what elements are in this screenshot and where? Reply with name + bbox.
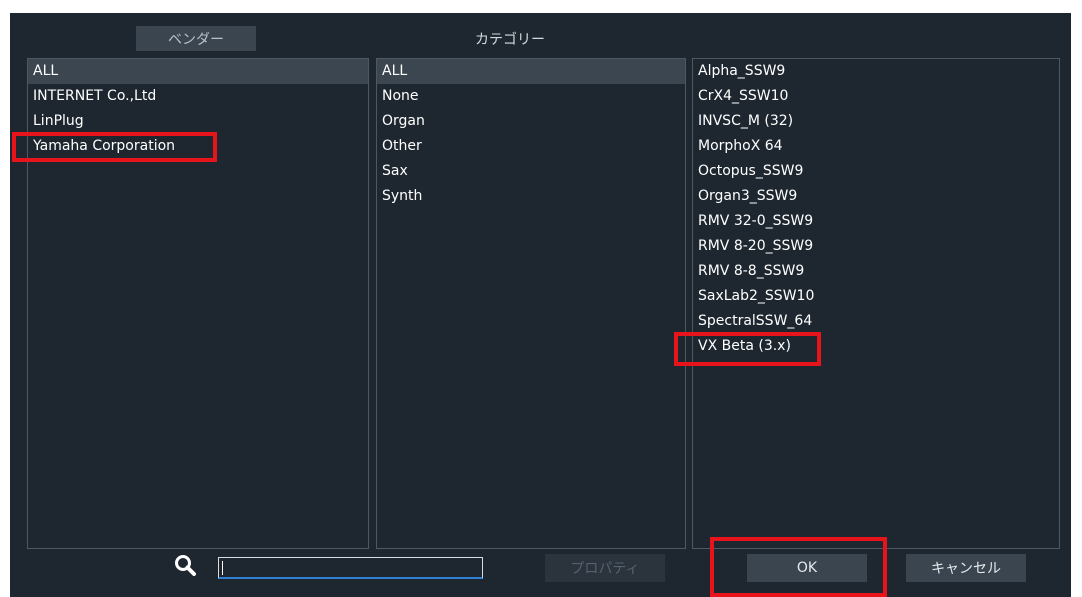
plugin-select-dialog: ベンダー カテゴリー ALL INTERNET Co.,Ltd LinPlug … bbox=[10, 13, 1071, 597]
vendor-item[interactable]: LinPlug bbox=[28, 109, 368, 134]
category-item[interactable]: Organ bbox=[377, 109, 685, 134]
plugin-item[interactable]: Organ3_SSW9 bbox=[693, 184, 1059, 209]
category-item[interactable]: Other bbox=[377, 134, 685, 159]
plugin-list[interactable]: Alpha_SSW9 CrX4_SSW10 INVSC_M (32) Morph… bbox=[692, 58, 1060, 549]
vendor-header-button[interactable]: ベンダー bbox=[136, 26, 256, 51]
search-input[interactable] bbox=[218, 557, 483, 579]
plugin-item[interactable]: RMV 8-20_SSW9 bbox=[693, 234, 1059, 259]
ok-button[interactable]: OK bbox=[747, 554, 867, 582]
properties-button[interactable]: プロパティ bbox=[545, 554, 665, 582]
cancel-button[interactable]: キャンセル bbox=[906, 554, 1026, 582]
plugin-item[interactable]: SaxLab2_SSW10 bbox=[693, 284, 1059, 309]
plugin-item[interactable]: SpectralSSW_64 bbox=[693, 309, 1059, 334]
category-item[interactable]: Sax bbox=[377, 159, 685, 184]
vendor-item[interactable]: INTERNET Co.,Ltd bbox=[28, 84, 368, 109]
plugin-item[interactable]: INVSC_M (32) bbox=[693, 109, 1059, 134]
vendor-item[interactable]: Yamaha Corporation bbox=[28, 134, 368, 159]
category-item[interactable]: None bbox=[377, 84, 685, 109]
plugin-item[interactable]: RMV 32-0_SSW9 bbox=[693, 209, 1059, 234]
plugin-item[interactable]: MorphoX 64 bbox=[693, 134, 1059, 159]
search-icon bbox=[175, 555, 196, 576]
vendor-item[interactable]: ALL bbox=[28, 59, 368, 84]
plugin-item[interactable]: CrX4_SSW10 bbox=[693, 84, 1059, 109]
plugin-item[interactable]: VX Beta (3.x) bbox=[693, 334, 1059, 359]
category-item[interactable]: ALL bbox=[377, 59, 685, 84]
category-list[interactable]: ALL None Organ Other Sax Synth bbox=[376, 58, 686, 549]
category-item[interactable]: Synth bbox=[377, 184, 685, 209]
plugin-item[interactable]: RMV 8-8_SSW9 bbox=[693, 259, 1059, 284]
plugin-item[interactable]: Alpha_SSW9 bbox=[693, 59, 1059, 84]
text-caret bbox=[222, 561, 223, 575]
vendor-list[interactable]: ALL INTERNET Co.,Ltd LinPlug Yamaha Corp… bbox=[27, 58, 369, 549]
plugin-item[interactable]: Octopus_SSW9 bbox=[693, 159, 1059, 184]
category-header-label: カテゴリー bbox=[475, 31, 545, 48]
